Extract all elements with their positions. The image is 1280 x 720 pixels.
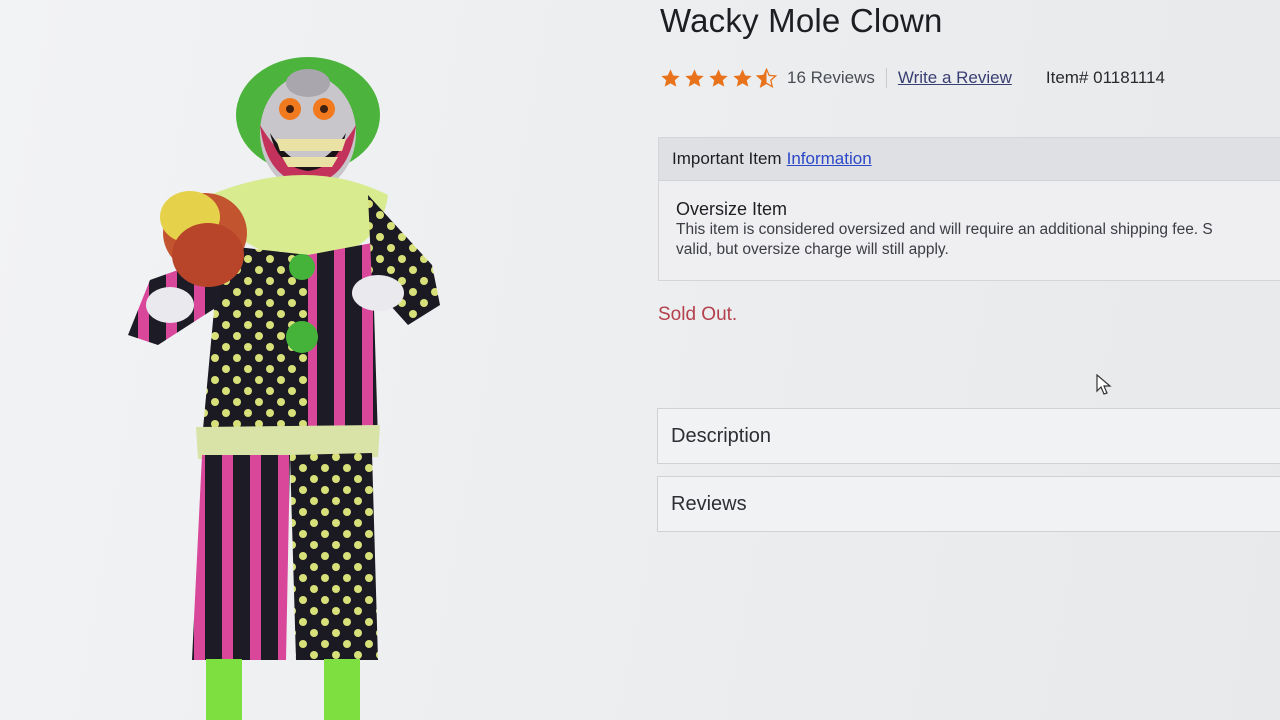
- important-info-box: Important Item Information Oversize Item…: [658, 137, 1280, 281]
- important-info-label: Important Item: [672, 149, 782, 168]
- star-icon: [685, 68, 704, 87]
- oversize-text-line2: valid, but oversize charge will still ap…: [676, 241, 949, 258]
- item-number: Item# 01181114: [1045, 68, 1165, 87]
- mouse-cursor-icon: [1096, 374, 1112, 395]
- sold-out-status: Sold Out.: [658, 304, 738, 325]
- important-info-header: Important Item Information: [659, 138, 1280, 181]
- star-half-icon: [756, 67, 777, 88]
- product-title: Wacky Mole Clown: [660, 2, 943, 39]
- reviews-accordion-label: Reviews: [671, 492, 747, 515]
- star-icon: [733, 68, 752, 87]
- rating-row: 16 Reviews Write a Review Item# 01181114: [660, 64, 1165, 92]
- oversize-title: Oversize Item: [676, 199, 788, 219]
- product-image[interactable]: [110, 55, 470, 720]
- description-accordion[interactable]: Description: [657, 408, 1280, 464]
- star-icon: [709, 68, 728, 87]
- star-icon: [661, 68, 680, 87]
- write-review-link[interactable]: Write a Review: [898, 68, 1012, 88]
- reviews-accordion[interactable]: Reviews: [657, 476, 1280, 532]
- star-rating[interactable]: [660, 67, 777, 89]
- reviews-count-link[interactable]: 16 Reviews: [787, 68, 887, 88]
- product-page: Wacky Mole Clown 16 Reviews Write a Revi…: [0, 0, 1280, 720]
- description-accordion-label: Description: [671, 424, 772, 447]
- oversize-text-line1: This item is considered oversized and wi…: [676, 221, 1213, 238]
- information-link[interactable]: Information: [787, 149, 872, 169]
- important-info-body: Oversize Item This item is considered ov…: [659, 181, 1280, 260]
